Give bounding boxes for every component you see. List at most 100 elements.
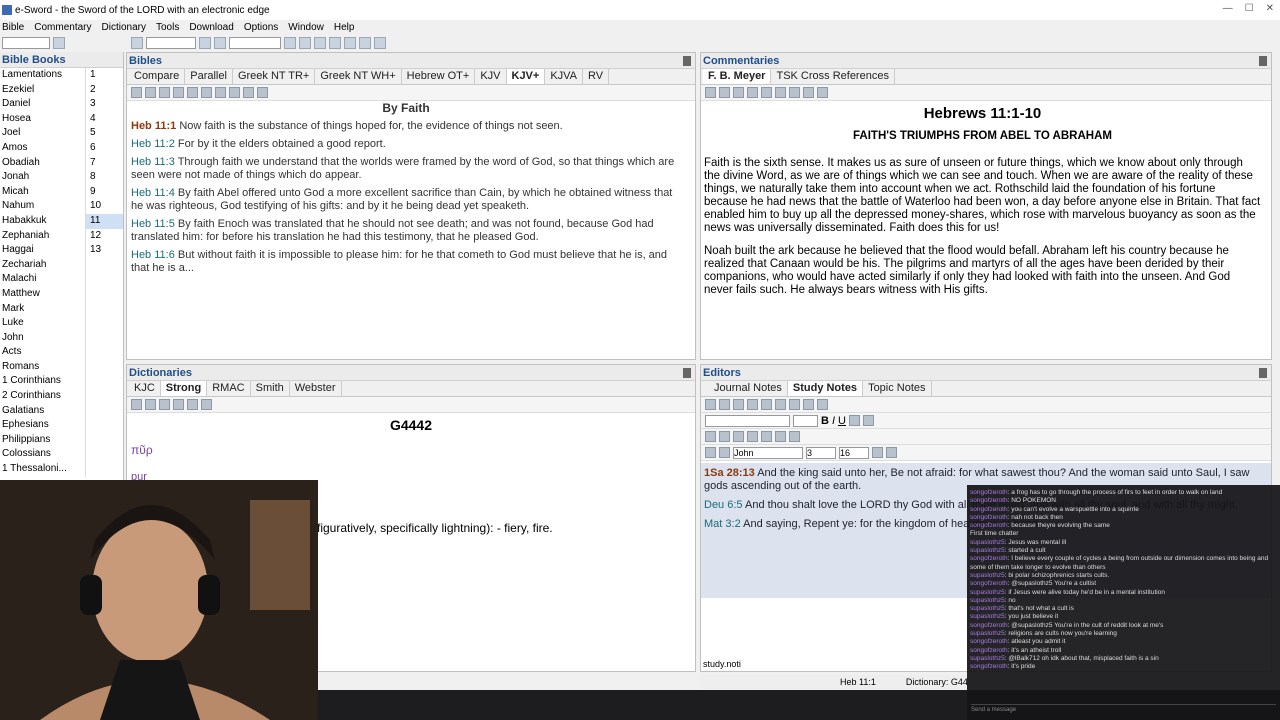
book-item[interactable]: John bbox=[0, 331, 85, 346]
number-list-icon[interactable] bbox=[775, 431, 786, 442]
book-item[interactable]: Colossians bbox=[0, 447, 85, 462]
book-item[interactable]: Amos bbox=[0, 141, 85, 156]
next-icon[interactable] bbox=[257, 87, 268, 98]
highlight-icon[interactable] bbox=[201, 87, 212, 98]
chat-username[interactable]: supaslothz5 bbox=[970, 589, 1005, 596]
list-icon[interactable] bbox=[229, 87, 240, 98]
prev-icon[interactable] bbox=[803, 87, 814, 98]
find-icon[interactable] bbox=[872, 447, 883, 458]
image-icon[interactable] bbox=[719, 447, 730, 458]
chat-username[interactable]: supaslothz5 bbox=[970, 572, 1005, 579]
tab-tsk-cross-references[interactable]: TSK Cross References bbox=[771, 69, 895, 84]
book-item[interactable]: Obadiah bbox=[0, 156, 85, 171]
chat-username[interactable]: songofzeroth bbox=[970, 622, 1008, 629]
book-item[interactable]: Hosea bbox=[0, 112, 85, 127]
font-size-select[interactable]: 3 bbox=[806, 446, 836, 459]
chat-username[interactable]: supaslothz5 bbox=[970, 630, 1005, 637]
indent-icon[interactable] bbox=[789, 431, 800, 442]
layout-icon-3[interactable] bbox=[314, 37, 326, 49]
chapter-item[interactable] bbox=[85, 316, 123, 331]
note-reference[interactable]: Mat 3:2 bbox=[704, 518, 741, 530]
find-icon[interactable] bbox=[159, 399, 170, 410]
back-icon[interactable] bbox=[131, 87, 142, 98]
chapter-item[interactable]: 8 bbox=[85, 170, 123, 185]
chapter-item[interactable] bbox=[85, 272, 123, 287]
highlight-icon[interactable] bbox=[862, 415, 874, 426]
book-item[interactable]: Lamentations bbox=[0, 68, 85, 83]
back-icon[interactable] bbox=[705, 87, 716, 98]
zoom-icon[interactable] bbox=[187, 399, 198, 410]
book-item[interactable]: Nahum bbox=[0, 199, 85, 214]
book-item[interactable]: Ephesians bbox=[0, 418, 85, 433]
verse[interactable]: Heb 11:3 Through faith we understand tha… bbox=[131, 156, 681, 182]
chat-username[interactable]: songofzeroth bbox=[970, 514, 1008, 521]
chapter-item[interactable] bbox=[85, 330, 123, 346]
note-reference[interactable]: 1Sa 28:13 bbox=[704, 467, 755, 479]
close-icon[interactable]: ✕ bbox=[1266, 3, 1274, 14]
chapter-item[interactable] bbox=[85, 345, 123, 360]
print-icon[interactable] bbox=[187, 87, 198, 98]
menu-options[interactable]: Options bbox=[244, 22, 278, 33]
underline-button[interactable]: U bbox=[838, 415, 846, 427]
link-icon[interactable] bbox=[789, 87, 800, 98]
pin-icon[interactable] bbox=[683, 56, 691, 66]
verse[interactable]: Heb 11:1 Now faith is the substance of t… bbox=[131, 120, 681, 133]
edit-icon[interactable] bbox=[145, 399, 156, 410]
chapter-item[interactable]: 10 bbox=[85, 199, 123, 214]
chapter-item[interactable]: 4 bbox=[85, 111, 123, 127]
bold-button[interactable]: B bbox=[821, 415, 829, 427]
font-color-icon[interactable] bbox=[848, 415, 860, 426]
chapter-item[interactable]: 2 bbox=[85, 82, 123, 98]
book-item[interactable]: Zephaniah bbox=[0, 229, 85, 244]
minimize-icon[interactable]: — bbox=[1223, 3, 1233, 14]
copy-icon[interactable] bbox=[159, 87, 170, 98]
chapter-item[interactable] bbox=[85, 389, 123, 404]
chat-username[interactable]: supaslothz5 bbox=[970, 605, 1005, 612]
book-item[interactable]: Luke bbox=[0, 316, 85, 331]
verse[interactable]: Heb 11:2 For by it the elders obtained a… bbox=[131, 138, 681, 151]
tab-fb-meyer[interactable]: F. B. Meyer bbox=[703, 69, 772, 84]
size-select[interactable] bbox=[793, 414, 818, 427]
verse-reference[interactable]: Heb 11:6 bbox=[131, 249, 175, 261]
chapter-item[interactable] bbox=[85, 374, 123, 390]
tab-topic-notes[interactable]: Topic Notes bbox=[863, 381, 932, 396]
justify-icon[interactable] bbox=[747, 431, 758, 442]
chapter-item[interactable] bbox=[85, 432, 123, 448]
book-item[interactable]: Zechariah bbox=[0, 258, 85, 273]
find-icon[interactable] bbox=[173, 87, 184, 98]
chapter-item[interactable]: 3 bbox=[85, 97, 123, 112]
paste-icon[interactable] bbox=[761, 399, 772, 410]
menu-window[interactable]: Window bbox=[288, 22, 324, 33]
font-select[interactable]: John bbox=[733, 446, 803, 459]
tab-kjc[interactable]: KJC bbox=[129, 381, 161, 396]
print-icon[interactable] bbox=[173, 399, 184, 410]
chat-username[interactable]: songofzeroth bbox=[970, 555, 1008, 562]
book-item[interactable]: Joel bbox=[0, 126, 85, 141]
tab-journal-notes[interactable]: Journal Notes bbox=[709, 381, 788, 396]
menu-tools[interactable]: Tools bbox=[156, 22, 179, 33]
book-item[interactable]: Matthew bbox=[0, 287, 85, 302]
check-icon[interactable] bbox=[719, 399, 730, 410]
pin-icon[interactable] bbox=[1259, 368, 1267, 378]
image-icon[interactable] bbox=[359, 37, 371, 49]
verse[interactable]: Heb 11:6 But without faith it is impossi… bbox=[131, 249, 681, 275]
tab-bible-4[interactable]: Hebrew OT+ bbox=[402, 69, 476, 84]
tab-bible-5[interactable]: KJV bbox=[475, 69, 507, 84]
layout-icon-1[interactable] bbox=[284, 37, 296, 49]
chat-input[interactable]: Send a message bbox=[971, 704, 1276, 716]
chat-username[interactable]: songofzeroth bbox=[970, 506, 1008, 513]
chapter-item[interactable] bbox=[85, 418, 123, 433]
chapter-item[interactable] bbox=[85, 286, 123, 302]
book-item[interactable]: Haggai bbox=[0, 243, 85, 258]
book-item[interactable]: Philippians bbox=[0, 433, 85, 448]
chat-username[interactable]: supaslothz5 bbox=[970, 613, 1005, 620]
book-item[interactable]: 2 Corinthians bbox=[0, 389, 85, 404]
tab-strong[interactable]: Strong bbox=[160, 381, 208, 396]
chat-username[interactable]: supaslothz5 bbox=[970, 597, 1005, 604]
edit-icon[interactable] bbox=[719, 87, 730, 98]
pin-icon[interactable] bbox=[683, 368, 691, 378]
verse-reference[interactable]: Heb 11:3 bbox=[131, 156, 175, 168]
undo-icon[interactable] bbox=[775, 399, 786, 410]
tab-bible-6[interactable]: KJV+ bbox=[506, 69, 546, 84]
layout-icon-5[interactable] bbox=[344, 37, 356, 49]
